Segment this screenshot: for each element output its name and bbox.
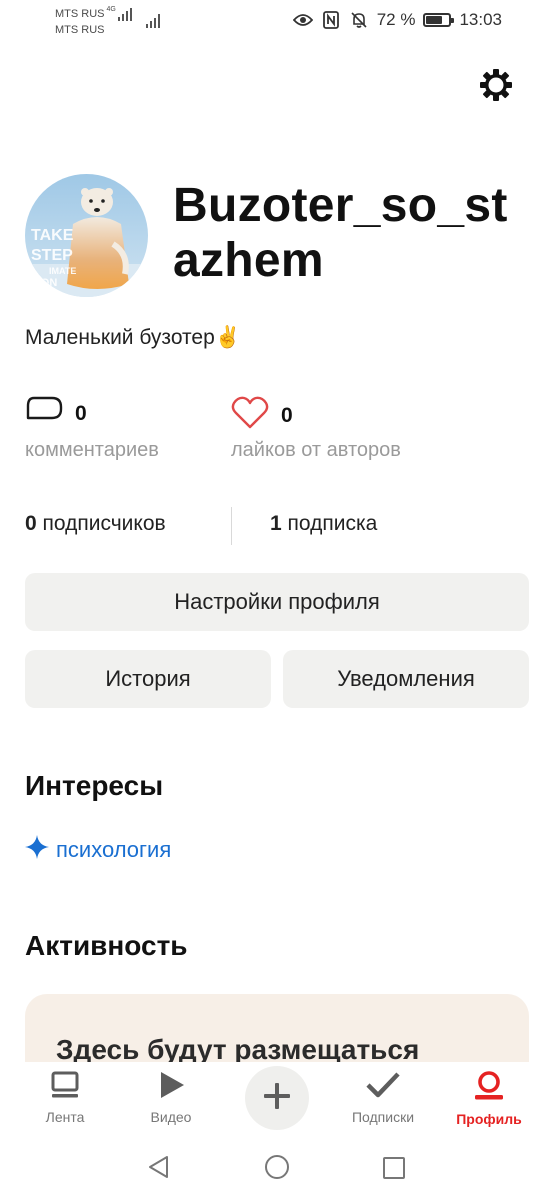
heart-icon [231,396,269,435]
subscriptions-link[interactable]: 1 подписка [270,512,377,536]
avatar-text-line: TION [31,277,58,289]
activity-title: Активность [25,930,188,961]
carrier-2-name: MTS RUS [55,24,105,36]
battery-percent: 72 % [376,10,416,29]
settings-gear-icon[interactable] [479,68,513,102]
avatar-text-line: TAKE [31,227,74,244]
nav-subscriptions[interactable]: Подписки [338,1070,428,1125]
check-icon [366,1070,400,1105]
subscriptions-label: подписка [287,512,378,535]
comments-count: 0 [75,401,87,425]
carrier-1-name: MTS RUS [55,8,105,20]
subscribers-link[interactable]: 0 подписчиков [25,512,166,536]
battery-icon [423,13,455,27]
signal-2-icon [146,12,160,28]
nav-feed-label: Лента [45,1109,85,1125]
subscribers-count: 0 [25,512,37,535]
profile-settings-label: Настройки профиля [174,589,380,614]
network-type: 4G [106,6,116,13]
notifications-label: Уведомления [337,666,475,691]
avatar-text-line: STEP [31,247,73,264]
nav-feed[interactable]: Лента [20,1070,110,1125]
add-button[interactable] [245,1066,309,1130]
profile-icon [473,1070,505,1107]
profile-settings-button[interactable]: Настройки профиля [25,573,529,631]
avatar-text-line: IMATE [49,266,77,276]
comments-stat: 0 [25,396,87,431]
play-icon [156,1070,186,1105]
follow-divider [231,507,232,545]
clock: 13:03 [459,10,502,29]
likes-stat: 0 [231,396,293,435]
avatar[interactable]: TAKE STEP IMATE TION [25,174,148,297]
status-bar: MTS RUS 4G MTS RUS 72 % 13:03 [0,0,554,44]
eye-icon [292,10,313,30]
profile-bio: Маленький бузотер✌️ [25,326,241,349]
feed-icon [50,1070,80,1105]
interest-label: психология [56,837,172,862]
sparkle-icon [24,834,56,866]
home-icon[interactable] [264,1154,290,1185]
signal-1-icon [117,7,132,21]
username: Buzoter_so_stazhem [173,179,508,287]
nav-profile[interactable]: Профиль [444,1070,534,1127]
profile-screen: MTS RUS 4G MTS RUS 72 % 13:03 TAKE STEP … [0,0,554,1200]
nav-profile-label: Профиль [456,1111,522,1127]
plus-icon [262,1081,292,1116]
history-button[interactable]: История [25,650,271,708]
back-icon[interactable] [146,1154,172,1185]
comment-icon [25,396,63,431]
recents-icon[interactable] [382,1156,406,1185]
interests-title: Интересы [25,770,164,801]
subscribers-label: подписчиков [42,512,166,535]
comments-label: комментариев [25,439,159,461]
nav-video[interactable]: Видео [126,1070,216,1125]
bottom-navigation: Лента Видео Подписки Профиль [0,1062,554,1134]
carrier-info: MTS RUS 4G MTS RUS [55,6,132,38]
subscriptions-count: 1 [270,512,282,535]
system-navigation [0,1134,554,1200]
status-icons: 72 % 13:03 [292,10,502,30]
nav-video-label: Видео [150,1109,192,1125]
likes-count: 0 [281,403,293,427]
notifications-button[interactable]: Уведомления [283,650,529,708]
nav-subscriptions-label: Подписки [351,1109,415,1125]
interest-tag[interactable]: психология [24,834,171,866]
bell-off-icon [349,10,369,30]
avatar-overlay-text: TAKE STEP IMATE TION [31,226,76,289]
history-label: История [105,666,191,691]
likes-label: лайков от авторов [231,439,401,461]
nfc-icon [321,10,341,30]
